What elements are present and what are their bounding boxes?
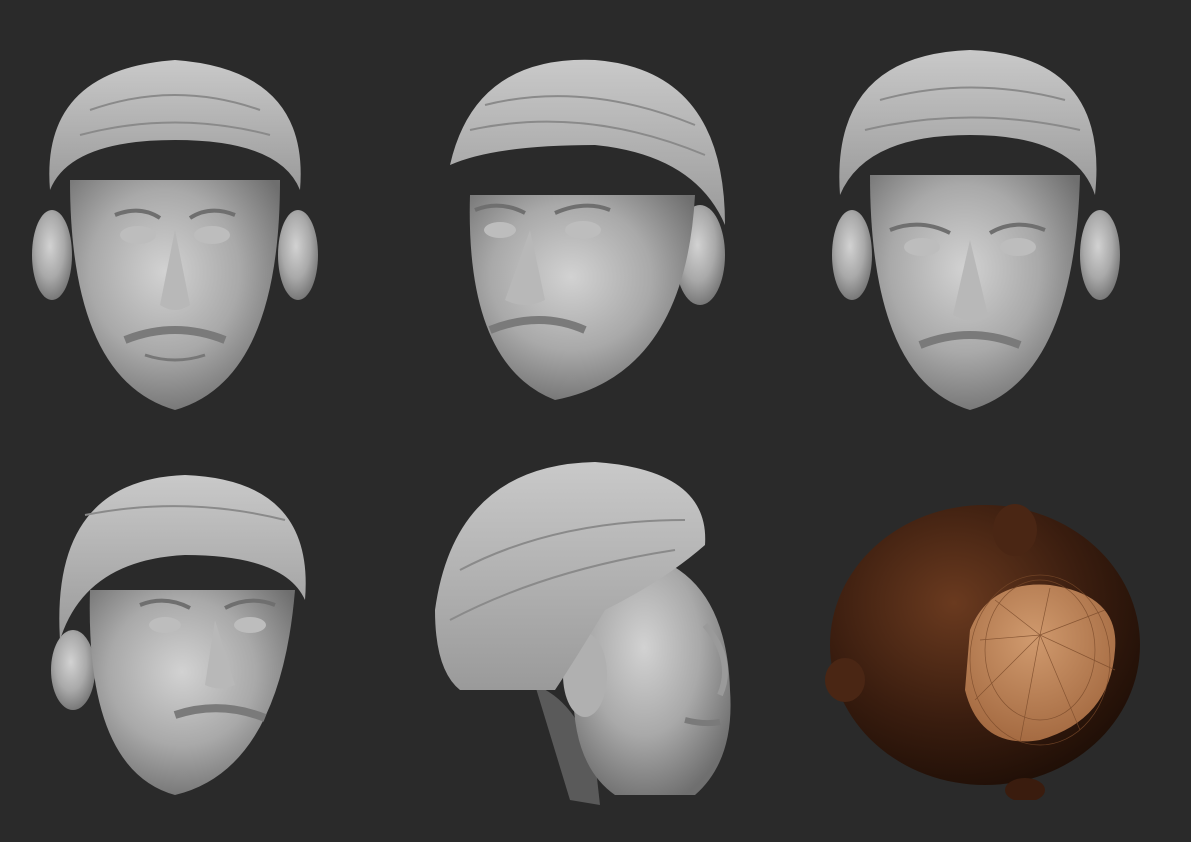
render-front-alt xyxy=(830,35,1120,415)
render-underside-topology xyxy=(820,500,1145,800)
render-front xyxy=(30,40,320,420)
render-side-right xyxy=(435,460,740,805)
turnaround-sheet xyxy=(0,0,1191,842)
render-three-quarter-left xyxy=(445,45,745,410)
render-three-quarter-low xyxy=(45,470,310,800)
